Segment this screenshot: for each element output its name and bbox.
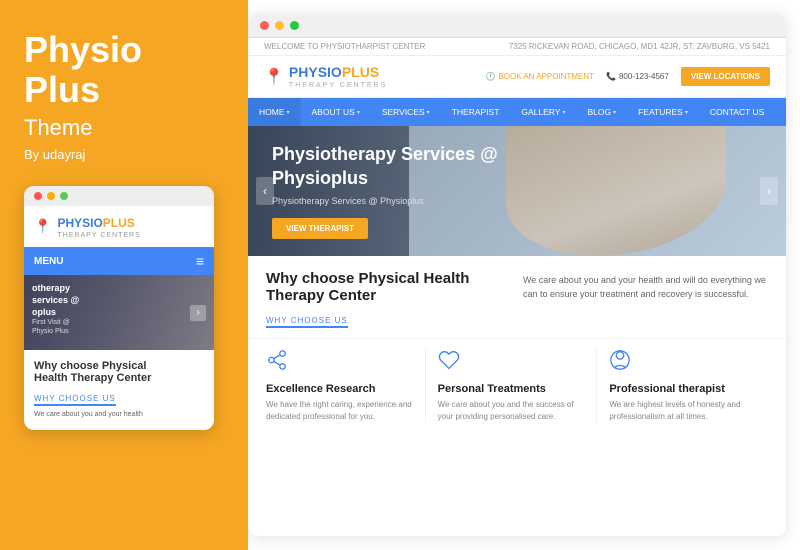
location-icon: 📍 xyxy=(264,67,284,87)
feature-professional-desc: We are highest levels of honesty and pro… xyxy=(609,399,756,423)
nav-arrow-blog: ▾ xyxy=(613,109,616,116)
why-section: Why choose Physical Health Therapy Cente… xyxy=(248,256,786,338)
mobile-section-title: Why choose PhysicalHealth Therapy Center xyxy=(34,360,204,384)
hero-title: Physiotherapy Services @ Physioplus xyxy=(272,143,498,190)
phone-btn[interactable]: 📞 800-123-4567 xyxy=(606,72,669,81)
person-icon xyxy=(609,349,756,377)
appointment-btn[interactable]: 🕐 BOOK AN APPOINTMENT xyxy=(485,72,594,81)
right-panel: WELCOME TO PHYSIOTHARPIST CENTER 7325 RI… xyxy=(248,14,786,536)
mobile-logo-icon: 📍 xyxy=(34,218,51,235)
feature-excellence-desc: We have the right caring, experience and… xyxy=(266,399,413,423)
site-hero: Physiotherapy Services @ Physioplus Phys… xyxy=(248,126,786,256)
nav-arrow-about: ▾ xyxy=(357,109,360,116)
nav-blog[interactable]: BLOG ▾ xyxy=(576,98,627,126)
feature-excellence-title: Excellence Research xyxy=(266,383,413,395)
share-icon xyxy=(266,349,413,377)
nav-gallery[interactable]: GALLERY ▾ xyxy=(510,98,576,126)
theme-subtitle: Theme xyxy=(24,115,224,141)
mobile-hero-sub: First Visit @Physio Plus xyxy=(32,318,79,336)
mobile-nav: MENU ≡ xyxy=(24,247,214,275)
mobile-hero: otherapyservices @oplus First Visit @Phy… xyxy=(24,275,214,350)
why-label: WHY CHOOSE US xyxy=(266,316,348,328)
mobile-logo-name: PHYSIOPLUS xyxy=(57,216,134,230)
why-description: We care about you and your health and wi… xyxy=(523,270,768,328)
site-header: 📍 PHYSIOPLUS THERAPY CENTERS 🕐 BOOK AN A… xyxy=(248,56,786,98)
nav-contact[interactable]: CONTACT US xyxy=(699,98,775,126)
nav-services[interactable]: SERVICES ▾ xyxy=(371,98,441,126)
logo-sub: THERAPY CENTERS xyxy=(289,82,387,89)
mobile-hero-arrow-right[interactable]: › xyxy=(190,305,206,321)
phone-icon: 📞 xyxy=(606,72,616,81)
top-bar-welcome: WELCOME TO PHYSIOTHARPIST CENTER xyxy=(264,42,425,51)
why-left: Why choose Physical Health Therapy Cente… xyxy=(266,270,507,328)
mobile-logo-sub: THERAPY CENTERS xyxy=(57,232,140,239)
dot-green xyxy=(60,192,68,200)
logo-name: PHYSIOPLUS xyxy=(289,64,379,80)
nav-arrow-home: ▾ xyxy=(287,109,290,116)
dot-yellow xyxy=(47,192,55,200)
feature-personal-title: Personal Treatments xyxy=(438,383,585,395)
feature-professional: Professional therapist We are highest le… xyxy=(596,349,768,423)
appt-icon: 🕐 xyxy=(485,72,495,81)
nav-about[interactable]: ABOUT US ▾ xyxy=(301,98,371,126)
mobile-browser-bar xyxy=(24,186,214,206)
mobile-section-body: We care about you and your health xyxy=(34,410,204,420)
feature-personal-desc: We care about you and the success of you… xyxy=(438,399,585,423)
why-title: Why choose Physical Health Therapy Cente… xyxy=(266,270,507,304)
theme-title: Physio Plus xyxy=(24,30,224,109)
site-top-bar: WELCOME TO PHYSIOTHARPIST CENTER 7325 RI… xyxy=(248,38,786,56)
feature-professional-title: Professional therapist xyxy=(609,383,756,395)
site-nav: HOME ▾ ABOUT US ▾ SERVICES ▾ THERAPIST G… xyxy=(248,98,786,126)
hero-content: Physiotherapy Services @ Physioplus Phys… xyxy=(248,143,522,239)
header-right: 🕐 BOOK AN APPOINTMENT 📞 800-123-4567 VIE… xyxy=(485,67,770,86)
top-bar-address: 7325 RICKEVAN ROAD, CHICAGO, MD1 42JR, S… xyxy=(509,42,770,51)
hero-view-btn[interactable]: VIEW THERAPIST xyxy=(272,218,368,239)
nav-home[interactable]: HOME ▾ xyxy=(248,98,301,126)
mobile-why-label: WHY CHOOSE US xyxy=(34,394,116,406)
nav-arrow-services: ▾ xyxy=(427,109,430,116)
left-panel: Physio Plus Theme By udayraj 📍 PHYSIOPLU… xyxy=(0,0,248,550)
hero-next-btn[interactable]: › xyxy=(760,177,778,205)
hero-prev-btn[interactable]: ‹ xyxy=(256,177,274,205)
view-locations-btn[interactable]: VIEW LOCATIONS xyxy=(681,67,770,86)
nav-therapist[interactable]: THERAPIST xyxy=(441,98,511,126)
mobile-why-section: Why choose PhysicalHealth Therapy Center… xyxy=(24,350,214,430)
feature-excellence: Excellence Research We have the right ca… xyxy=(266,349,425,423)
nav-arrow-gallery: ▾ xyxy=(562,109,565,116)
nav-arrow-features: ▾ xyxy=(685,109,688,116)
mobile-hero-text: otherapyservices @oplus First Visit @Phy… xyxy=(32,283,79,336)
feature-personal: Personal Treatments We care about you an… xyxy=(425,349,597,423)
nav-features[interactable]: FEATURES ▾ xyxy=(627,98,699,126)
browser-dot-yellow xyxy=(275,21,284,30)
browser-chrome xyxy=(248,14,786,38)
hamburger-icon[interactable]: ≡ xyxy=(196,253,204,269)
dot-red xyxy=(34,192,42,200)
browser-dot-red xyxy=(260,21,269,30)
heart-icon xyxy=(438,349,585,377)
mobile-nav-label: MENU xyxy=(34,256,63,267)
hero-subtitle: Physiotherapy Services @ Physioplus xyxy=(272,196,498,206)
mobile-mockup: 📍 PHYSIOPLUS THERAPY CENTERS MENU ≡ othe… xyxy=(24,186,214,430)
browser-dot-green xyxy=(290,21,299,30)
features-section: Excellence Research We have the right ca… xyxy=(248,338,786,437)
theme-author: By udayraj xyxy=(24,147,224,162)
mobile-header: 📍 PHYSIOPLUS THERAPY CENTERS xyxy=(24,206,214,247)
site-logo: 📍 PHYSIOPLUS THERAPY CENTERS xyxy=(264,64,387,89)
